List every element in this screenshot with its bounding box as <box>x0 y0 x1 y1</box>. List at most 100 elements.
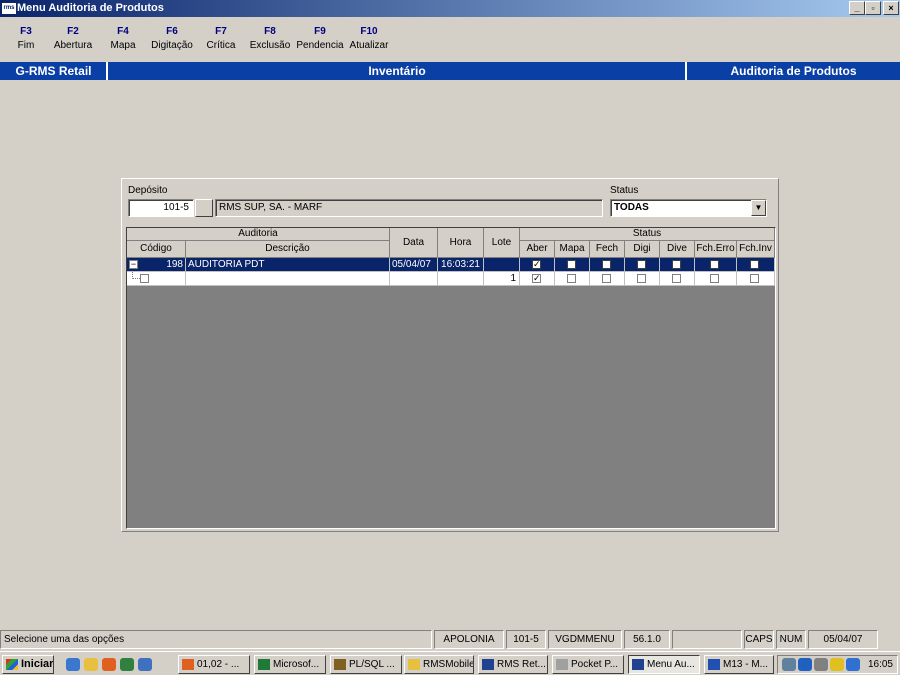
checkbox-digi[interactable] <box>637 274 646 283</box>
cell-status-fech[interactable] <box>590 272 625 286</box>
toolbar-exclusao-button[interactable]: F8 Exclusão <box>246 26 294 51</box>
app-icon: rms <box>2 3 16 14</box>
cell-status-fech[interactable] <box>590 258 625 272</box>
toad-icon[interactable] <box>102 658 116 671</box>
cell-status-fch-inv[interactable] <box>737 272 775 286</box>
cell-lote[interactable] <box>484 258 520 272</box>
header-codigo[interactable]: Código <box>127 241 186 258</box>
cell-status-fch-erro[interactable] <box>695 272 737 286</box>
maximize-button[interactable]: ▫ <box>865 1 881 15</box>
header-status-dive[interactable]: Dive <box>660 241 695 258</box>
checkbox-fch-erro[interactable] <box>710 260 719 269</box>
cell-descricao[interactable]: AUDITORIA PDT <box>186 258 390 272</box>
cell-status-mapa[interactable] <box>555 272 590 286</box>
checkbox-digi[interactable] <box>637 260 646 269</box>
cell-status-digi[interactable] <box>625 272 660 286</box>
monitor-icon[interactable] <box>798 658 812 671</box>
checkbox-fch-inv[interactable] <box>750 260 759 269</box>
taskbar-item-rms-retail[interactable]: RMS Ret... <box>478 655 548 674</box>
header-data[interactable]: Data <box>390 228 438 258</box>
cell-descricao[interactable] <box>186 272 390 286</box>
close-button[interactable]: × <box>883 1 899 15</box>
cell-status-aber[interactable]: ✓ <box>520 272 555 286</box>
cell-codigo[interactable] <box>127 272 186 286</box>
cell-hora[interactable] <box>438 272 484 286</box>
header-hora[interactable]: Hora <box>438 228 484 258</box>
codigo-value: 198 <box>166 259 183 270</box>
cell-status-fch-inv[interactable] <box>737 258 775 272</box>
deposito-code-input[interactable]: 101-5 <box>128 199 194 217</box>
header-descricao[interactable]: Descrição <box>186 241 390 258</box>
checkbox-mapa[interactable] <box>567 274 576 283</box>
cell-data[interactable] <box>390 272 438 286</box>
fkey-caption: Digitação <box>151 40 193 51</box>
header-status-fch-erro[interactable]: Fch.Erro <box>695 241 737 258</box>
taskbar-item-toad[interactable]: 01,02 - ... <box>178 655 250 674</box>
taskbar-item-pocket-pc[interactable]: Pocket P... <box>552 655 624 674</box>
cell-status-fch-erro[interactable] <box>695 258 737 272</box>
chevron-down-icon[interactable]: ▼ <box>751 200 766 216</box>
fkey-label: F9 <box>314 26 326 37</box>
cell-status-digi[interactable] <box>625 258 660 272</box>
minimize-button[interactable]: _ <box>849 1 865 15</box>
status-select[interactable]: TODAS ▼ <box>610 199 767 217</box>
cell-status-aber[interactable]: ✓ <box>520 258 555 272</box>
header-status-mapa[interactable]: Mapa <box>555 241 590 258</box>
cell-codigo[interactable]: − 198 <box>127 258 186 272</box>
deposito-label: Depósito <box>128 185 168 196</box>
browser-icon[interactable] <box>138 658 152 671</box>
taskbar-item-plsql[interactable]: PL/SQL ... <box>330 655 402 674</box>
checkbox-fch-inv[interactable] <box>750 274 759 283</box>
taskbar-item-excel[interactable]: Microsof... <box>254 655 326 674</box>
fkey-caption: Crítica <box>206 40 236 51</box>
ie-icon[interactable] <box>66 658 80 671</box>
checkbox-aber[interactable]: ✓ <box>532 274 541 283</box>
toolbar-mapa-button[interactable]: F4 Mapa <box>106 26 140 51</box>
checkbox-mapa[interactable] <box>567 260 576 269</box>
row-select-checkbox[interactable] <box>140 274 149 283</box>
taskbar-item-rmsmobile[interactable]: RMSMobile <box>404 655 474 674</box>
header-status-digi[interactable]: Digi <box>625 241 660 258</box>
cell-lote[interactable]: 1 <box>484 272 520 286</box>
checkbox-dive[interactable] <box>672 274 681 283</box>
header-lote[interactable]: Lote <box>484 228 520 258</box>
header-status-fech[interactable]: Fech <box>590 241 625 258</box>
taskbar-item-menu-auditoria[interactable]: Menu Au... <box>628 655 700 674</box>
excel-icon <box>258 659 270 670</box>
toolbar-fim-button[interactable]: F3 Fim <box>10 26 42 51</box>
cell-status-mapa[interactable] <box>555 258 590 272</box>
deposito-lookup-button[interactable] <box>195 199 213 217</box>
taskbar-item-label: Menu Au... <box>647 659 695 670</box>
toolbar-pendencia-button[interactable]: F9 Pendencia <box>296 26 344 51</box>
taskbar-item-word[interactable]: M13 - M... <box>704 655 774 674</box>
window-title-bar[interactable]: rms Menu Auditoria de Produtos _ ▫ × <box>0 0 900 17</box>
cell-data[interactable]: 05/04/07 <box>390 258 438 272</box>
collapse-icon[interactable]: − <box>129 260 138 269</box>
app-shortcut-icon[interactable] <box>120 658 134 671</box>
checkbox-fch-erro[interactable] <box>710 274 719 283</box>
network-icon[interactable] <box>782 658 796 671</box>
start-button[interactable]: Iniciar <box>2 655 54 674</box>
toolbar-atualizar-button[interactable]: F10 Atualizar <box>346 26 392 51</box>
checkbox-fech[interactable] <box>602 274 611 283</box>
speaker-icon[interactable] <box>814 658 828 671</box>
folder-icon[interactable] <box>84 658 98 671</box>
plsql-icon <box>334 659 346 670</box>
cell-hora[interactable]: 16:03:21 <box>438 258 484 272</box>
header-status-aber[interactable]: Aber <box>520 241 555 258</box>
cell-status-dive[interactable] <box>660 272 695 286</box>
cell-status-dive[interactable] <box>660 258 695 272</box>
toolbar-critica-button[interactable]: F7 Crítica <box>202 26 240 51</box>
checkbox-fech[interactable] <box>602 260 611 269</box>
clock[interactable]: 16:05 <box>868 657 893 672</box>
checkbox-aber[interactable]: ✓ <box>532 260 541 269</box>
antivirus-icon[interactable] <box>830 658 844 671</box>
fkey-label: F6 <box>166 26 178 37</box>
fkey-label: F2 <box>67 26 79 37</box>
toolbar-digitacao-button[interactable]: F6 Digitação <box>148 26 196 51</box>
deposito-name-field: RMS SUP, SA. - MARF <box>215 199 603 217</box>
checkbox-dive[interactable] <box>672 260 681 269</box>
header-status-fch-inv[interactable]: Fch.Inv <box>737 241 775 258</box>
toolbar-abertura-button[interactable]: F2 Abertura <box>50 26 96 51</box>
calendar-icon[interactable] <box>846 658 860 671</box>
